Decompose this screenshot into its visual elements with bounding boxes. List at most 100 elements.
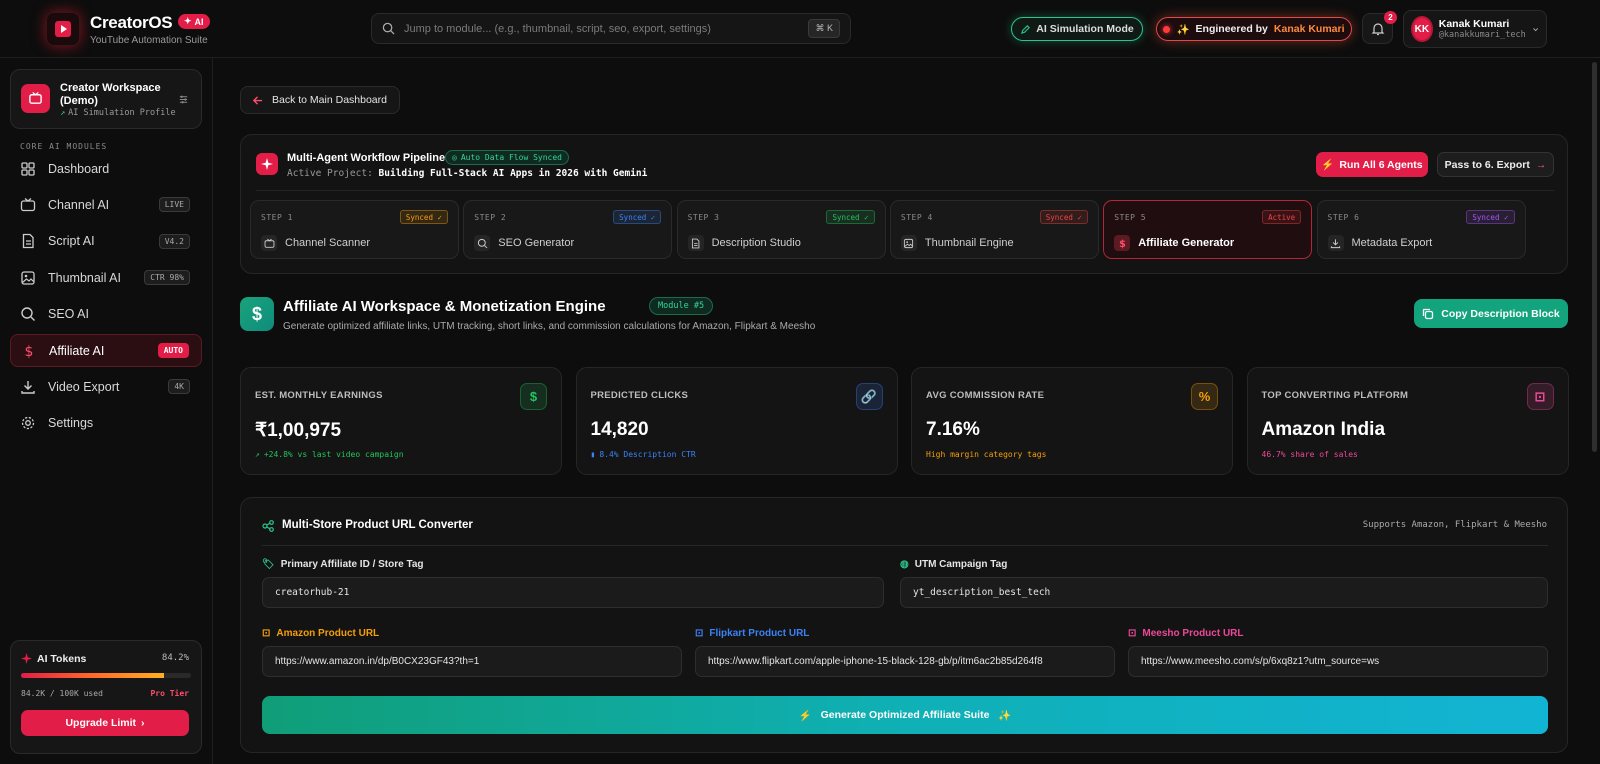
svg-text:$: $ bbox=[25, 344, 34, 359]
pipeline-title: Multi-Agent Workflow Pipeline bbox=[287, 152, 446, 164]
module-title: Affiliate AI Workspace & Monetization En… bbox=[283, 298, 606, 315]
sidebar-item-label: Settings bbox=[48, 416, 94, 431]
step-label-row: Channel Scanner bbox=[261, 235, 370, 251]
stat-note-text: +24.8% vs last video campaign bbox=[263, 450, 404, 459]
stat-label: PREDICTED CLICKS bbox=[590, 390, 689, 401]
ai-simulation-mode-button[interactable]: AI Simulation Mode bbox=[1011, 17, 1143, 41]
step-status-badge: Active bbox=[1262, 210, 1302, 224]
scrollbar[interactable] bbox=[1590, 58, 1600, 764]
module-subtitle: Generate optimized affiliate links, UTM … bbox=[283, 321, 816, 332]
trend-up-icon: ↗ bbox=[255, 450, 260, 459]
user-menu[interactable]: KK Kanak Kumari @kanakkumari_tech bbox=[1403, 10, 1547, 48]
divider bbox=[256, 190, 1554, 191]
pipeline-step-4[interactable]: STEP 4 Synced ✓ Thumbnail Engine bbox=[889, 200, 1099, 259]
notifications-button[interactable]: 2 bbox=[1362, 11, 1397, 44]
generate-label: Generate Optimized Affiliate Suite bbox=[820, 709, 990, 721]
grid-icon bbox=[20, 161, 36, 177]
share-icon bbox=[262, 520, 274, 532]
notification-count: 2 bbox=[1384, 11, 1397, 24]
url-converter-card: Multi-Store Product URL Converter Suppor… bbox=[240, 497, 1568, 753]
link-icon: 🔗 bbox=[855, 383, 883, 410]
svg-text:$: $ bbox=[1119, 238, 1126, 248]
converter-title: Multi-Store Product URL Converter bbox=[282, 519, 473, 531]
pass-to-export-button[interactable]: Pass to 6. Export → bbox=[1437, 152, 1554, 177]
sidebar-item-label: SEO AI bbox=[48, 307, 89, 322]
module-badge: Module #5 bbox=[649, 297, 714, 315]
stat-note-text: 8.4% Description CTR bbox=[599, 450, 696, 459]
amazon-url-input[interactable] bbox=[262, 646, 682, 677]
document-icon bbox=[20, 233, 36, 249]
bolt-icon: ⚡ bbox=[798, 709, 812, 722]
search-input[interactable] bbox=[404, 22, 800, 35]
step-label-row: Metadata Export bbox=[1327, 235, 1432, 251]
step-number: STEP 4 bbox=[900, 213, 933, 222]
back-label: Back to Main Dashboard bbox=[272, 94, 387, 106]
pipeline-step-1[interactable]: STEP 1 Synced ✓ Channel Scanner bbox=[250, 200, 459, 259]
utm-campaign-label: ◍ UTM Campaign Tag bbox=[900, 559, 1007, 570]
search-icon bbox=[382, 22, 395, 35]
sidebar-item-seo-ai[interactable]: SEO AI bbox=[10, 298, 202, 331]
flipkart-url-input[interactable] bbox=[695, 646, 1115, 677]
divider bbox=[262, 545, 1548, 546]
sparkle-icon: ✨ bbox=[1176, 23, 1190, 36]
affiliate-id-input[interactable] bbox=[262, 577, 884, 608]
step-label: Thumbnail Engine bbox=[924, 237, 1014, 249]
pipeline-step-2[interactable]: STEP 2 Synced ✓ SEO Generator bbox=[463, 200, 673, 259]
engineered-by-badge[interactable]: ✨ Engineered by Kanak Kumari bbox=[1156, 17, 1352, 41]
meesho-url-input[interactable] bbox=[1128, 646, 1548, 677]
download-icon bbox=[20, 379, 36, 395]
pipeline-step-3[interactable]: STEP 3 Synced ✓ Description Studio bbox=[676, 200, 886, 259]
scrollbar-thumb[interactable] bbox=[1592, 62, 1597, 452]
utm-campaign-input[interactable] bbox=[900, 577, 1548, 608]
avatar: KK bbox=[1411, 16, 1433, 42]
back-to-dashboard-button[interactable]: Back to Main Dashboard bbox=[240, 86, 400, 114]
sidebar-item-script-ai[interactable]: Script AI V4.2 bbox=[10, 225, 202, 258]
sidebar-item-thumbnail-ai[interactable]: Thumbnail AI CTR 98% bbox=[10, 261, 202, 294]
tv-icon bbox=[20, 197, 36, 213]
affiliate-id-label: 🏷 Primary Affiliate ID / Store Tag bbox=[262, 559, 424, 570]
sidebar-item-channel-ai[interactable]: Channel AI LIVE bbox=[10, 188, 202, 221]
workflow-pipeline: Multi-Agent Workflow Pipeline ◎ Auto Data… bbox=[240, 134, 1568, 274]
sidebar: Creator Workspace (Demo) ↗ AI Simulation … bbox=[0, 58, 213, 764]
sidebar-item-affiliate-ai[interactable]: $ Affiliate AI AUTO bbox=[10, 334, 202, 367]
upgrade-label: Upgrade Limit bbox=[65, 717, 137, 729]
bell-icon bbox=[1371, 22, 1384, 35]
copy-description-button[interactable]: Copy Description Block bbox=[1414, 299, 1568, 328]
utm-label-text: UTM Campaign Tag bbox=[914, 559, 1008, 570]
sidebar-item-settings[interactable]: Settings bbox=[10, 407, 202, 440]
image-icon bbox=[900, 235, 917, 251]
sliders-icon[interactable] bbox=[178, 94, 189, 105]
sidebar-item-label: Script AI bbox=[48, 234, 95, 249]
trend-up-icon: ↗ bbox=[60, 108, 66, 118]
tokens-title: AI Tokens bbox=[37, 653, 87, 665]
converter-supports: Supports Amazon, Flipkart & Meesho bbox=[1362, 520, 1547, 530]
stat-card: TOP CONVERTING PLATFORM ⊡ Amazon India 46.7… bbox=[1246, 367, 1569, 475]
pipeline-step-5[interactable]: STEP 5 Active $ Affiliate Generator bbox=[1103, 200, 1313, 259]
stat-card: EST. MONTHLY EARNINGS $ ₹1,00,975 ↗ +24.8% v… bbox=[240, 367, 562, 475]
step-status-badge: Synced ✓ bbox=[399, 210, 448, 224]
sidebar-item-tag: CTR 98% bbox=[144, 270, 190, 286]
run-all-agents-button[interactable]: ⚡ Run All 6 Agents bbox=[1316, 152, 1428, 177]
sidebar-item-tag: AUTO bbox=[157, 343, 189, 358]
stat-note-text: High margin category tags bbox=[926, 450, 1047, 459]
tokens-tier: Pro Tier bbox=[150, 689, 189, 698]
arrow-right-icon: → bbox=[1535, 158, 1547, 171]
step-label-row: Description Studio bbox=[687, 235, 801, 251]
shopping-bag-icon: ⊡ bbox=[1526, 383, 1554, 410]
tv-icon bbox=[21, 84, 50, 113]
stat-note: ▮ 8.4% Description CTR bbox=[591, 450, 696, 459]
meesho-url-label: ⊡ Meesho Product URL bbox=[1128, 628, 1244, 639]
pipeline-step-6[interactable]: STEP 6 Synced ✓ Metadata Export bbox=[1316, 200, 1526, 259]
module-search[interactable]: ⌘ K bbox=[371, 13, 851, 44]
workspace-card[interactable]: Creator Workspace (Demo) ↗ AI Simulation … bbox=[10, 69, 202, 129]
arrow-left-icon bbox=[252, 95, 263, 105]
sidebar-item-label: Video Export bbox=[48, 379, 120, 394]
sidebar-item-video-export[interactable]: Video Export 4K bbox=[10, 370, 202, 403]
sidebar-item-dashboard[interactable]: Dashboard bbox=[10, 152, 202, 185]
workspace-profile-label: AI Simulation Profile bbox=[68, 108, 176, 118]
tokens-percent: 84.2% bbox=[161, 653, 189, 663]
top-bar: CreatorOS ✦AI YouTube Automation Suite ⌘… bbox=[0, 0, 1600, 58]
upgrade-limit-button[interactable]: Upgrade Limit › bbox=[21, 710, 189, 736]
logo[interactable] bbox=[46, 12, 80, 46]
generate-affiliate-suite-button[interactable]: ⚡ Generate Optimized Affiliate Suite ✨ bbox=[262, 696, 1548, 734]
